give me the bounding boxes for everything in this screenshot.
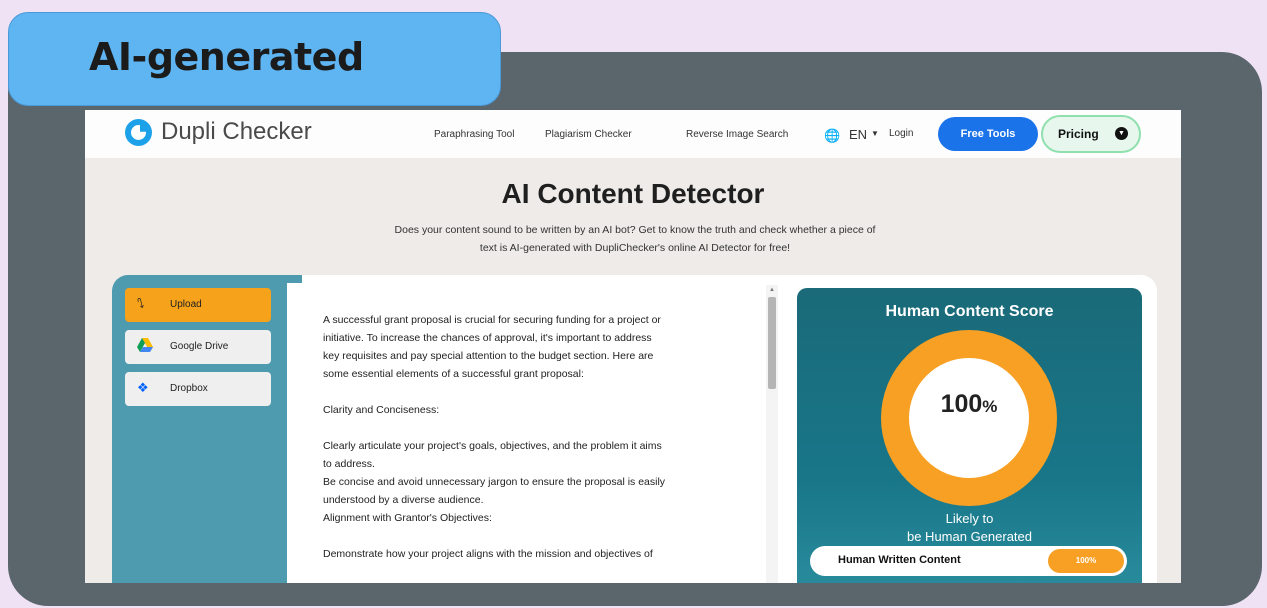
ai-generated-label: AI-generated <box>89 35 364 79</box>
text-input-area[interactable]: A successful grant proposal is crucial f… <box>287 283 787 583</box>
pricing-label: Pricing <box>1058 127 1099 141</box>
editor-blank-line <box>323 383 751 401</box>
editor-blank-line <box>323 527 751 545</box>
upload-button[interactable]: ⭛ Upload <box>125 288 271 322</box>
editor-line: Clarity and Conciseness: <box>323 404 440 416</box>
dropbox-button[interactable]: ❖ Dropbox <box>125 372 271 406</box>
source-panel: ⭛ Upload Google Drive ❖ Dropbox <box>112 275 302 583</box>
chevron-down-icon: ▼ <box>1115 127 1128 140</box>
editor-line: Alignment with Grantor's Objectives: <box>323 512 492 524</box>
nav-link-reverse-image-search[interactable]: Reverse Image Search <box>686 129 788 140</box>
editor-line: Demonstrate how your project aligns with… <box>323 548 653 560</box>
chevron-down-icon[interactable]: ▼ <box>871 129 879 138</box>
subtitle-line-2: text is AI-generated with DupliChecker's… <box>479 242 791 254</box>
detector-card: ⭛ Upload Google Drive ❖ Dropbox A succes… <box>112 275 1157 583</box>
upload-icon: ⭛ <box>137 296 145 311</box>
human-written-label: Human Written Content <box>838 554 961 566</box>
login-link[interactable]: Login <box>889 128 913 139</box>
free-tools-button[interactable]: Free Tools <box>938 117 1038 151</box>
editor-scrollbar[interactable]: ▲ <box>766 285 778 583</box>
editor-line: Be concise and avoid unnecessary jargon … <box>323 476 666 488</box>
page-title: AI Content Detector <box>501 178 765 209</box>
editor-content[interactable]: A successful grant proposal is crucial f… <box>323 311 751 563</box>
verdict-line-2: be Human Generated <box>906 529 1033 544</box>
scrollbar-thumb[interactable] <box>768 297 776 389</box>
editor-line: some essential elements of a successful … <box>323 368 584 380</box>
editor-line: key requisites and pay special attention… <box>323 350 654 362</box>
score-panel: Human Content Score 100% Likely to be Hu… <box>797 288 1142 583</box>
dropbox-label: Dropbox <box>170 383 208 394</box>
score-ring: 100% <box>881 330 1057 506</box>
editor-line: understood by a diverse audience. <box>323 494 484 506</box>
nav-link-paraphrasing-tool[interactable]: Paraphrasing Tool <box>434 129 514 140</box>
editor-line: A successful grant proposal is crucial f… <box>323 314 661 326</box>
google-drive-button[interactable]: Google Drive <box>125 330 271 364</box>
editor-line: Clearly articulate your project's goals,… <box>323 440 662 452</box>
top-navbar: Dupli Checker Paraphrasing Tool Plagiari… <box>85 110 1181 158</box>
human-written-bar: Human Written Content 100% <box>810 546 1127 576</box>
nav-link-plagiarism-checker[interactable]: Plagiarism Checker <box>545 129 632 140</box>
editor-blank-line <box>323 419 751 437</box>
pricing-button[interactable]: Pricing ▼ <box>1041 115 1141 153</box>
editor-line: initiative. To increase the chances of a… <box>323 332 652 344</box>
score-verdict: Likely to be Human Generated <box>797 510 1142 546</box>
globe-icon[interactable]: 🌐 <box>824 128 840 144</box>
verdict-line-1: Likely to <box>945 511 994 526</box>
language-selector[interactable]: EN <box>849 127 867 142</box>
editor-line: to address. <box>323 458 375 470</box>
ai-generated-badge: AI-generated <box>8 12 501 106</box>
dupli-checker-logo-icon[interactable] <box>125 119 152 146</box>
google-drive-icon <box>137 338 153 356</box>
upload-label: Upload <box>170 299 202 310</box>
browser-viewport: Dupli Checker Paraphrasing Tool Plagiari… <box>85 110 1181 583</box>
google-drive-label: Google Drive <box>170 341 229 352</box>
human-written-percent: 100% <box>1048 549 1124 573</box>
score-value: 100% <box>940 390 998 418</box>
logo-text[interactable]: Dupli Checker <box>161 118 312 146</box>
dropbox-icon: ❖ <box>137 380 149 395</box>
scroll-up-icon[interactable]: ▲ <box>766 285 778 295</box>
page-subtitle: Does your content sound to be written by… <box>310 221 960 257</box>
score-title: Human Content Score <box>885 303 1054 320</box>
subtitle-line-1: Does your content sound to be written by… <box>394 224 876 236</box>
